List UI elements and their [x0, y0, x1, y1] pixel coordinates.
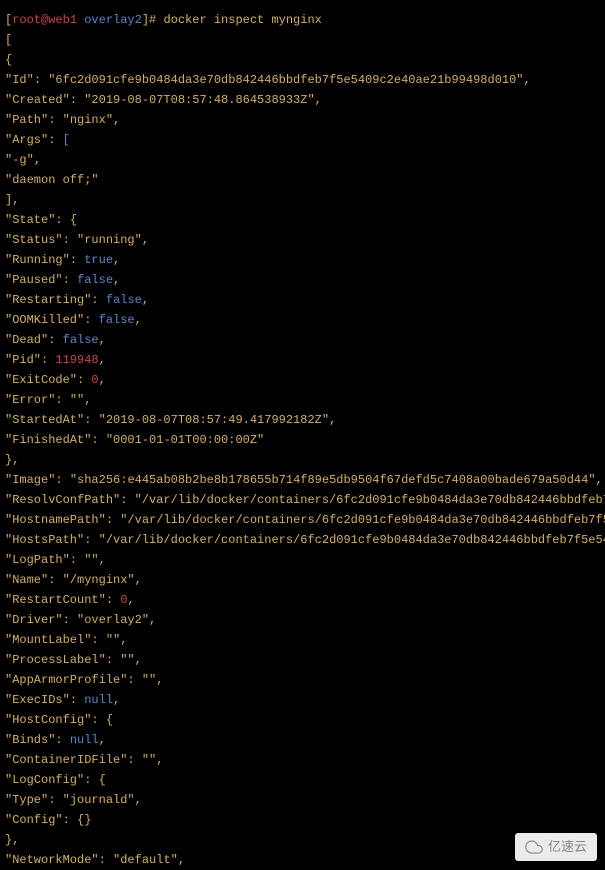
json-line: }, [5, 450, 600, 470]
json-line: "MountLabel": "", [5, 630, 600, 650]
json-line: "Error": "", [5, 390, 600, 410]
json-line: "Running": true, [5, 250, 600, 270]
json-line: "ResolvConfPath": "/var/lib/docker/conta… [5, 490, 600, 510]
json-line: "ExitCode": 0, [5, 370, 600, 390]
json-line: "Type": "journald", [5, 790, 600, 810]
json-line: "Config": {} [5, 810, 600, 830]
json-line: "Pid": 119948, [5, 350, 600, 370]
json-line: "HostsPath": "/var/lib/docker/containers… [5, 530, 600, 550]
json-line: "ExecIDs": null, [5, 690, 600, 710]
json-line: "LogConfig": { [5, 770, 600, 790]
json-line: "Restarting": false, [5, 290, 600, 310]
json-line: "Name": "/mynginx", [5, 570, 600, 590]
json-line: "HostConfig": { [5, 710, 600, 730]
json-line: "LogPath": "", [5, 550, 600, 570]
json-line: "Args": [ [5, 130, 600, 150]
json-line: { [5, 50, 600, 70]
json-line: "Dead": false, [5, 330, 600, 350]
cloud-icon [525, 838, 543, 856]
json-line: "RestartCount": 0, [5, 590, 600, 610]
json-line: "OOMKilled": false, [5, 310, 600, 330]
json-line: "Id": "6fc2d091cfe9b0484da3e70db842446bb… [5, 70, 600, 90]
watermark-text: 亿速云 [548, 837, 587, 857]
json-line: "Status": "running", [5, 230, 600, 250]
json-line: "Path": "nginx", [5, 110, 600, 130]
json-line: "Paused": false, [5, 270, 600, 290]
json-line: "StartedAt": "2019-08-07T08:57:49.417992… [5, 410, 600, 430]
prompt-user: root@web1 [12, 13, 77, 27]
json-line: "Created": "2019-08-07T08:57:48.86453893… [5, 90, 600, 110]
json-line: "ProcessLabel": "", [5, 650, 600, 670]
json-line: "HostnamePath": "/var/lib/docker/contain… [5, 510, 600, 530]
json-line: ], [5, 190, 600, 210]
json-line: "AppArmorProfile": "", [5, 670, 600, 690]
json-line: "daemon off;" [5, 170, 600, 190]
command: docker inspect mynginx [163, 13, 321, 27]
json-line: }, [5, 830, 600, 850]
json-line: "Driver": "overlay2", [5, 610, 600, 630]
json-line: "Image": "sha256:e445ab08b2be8b178655b71… [5, 470, 600, 490]
json-line: "FinishedAt": "0001-01-01T00:00:00Z" [5, 430, 600, 450]
json-line: [ [5, 30, 600, 50]
watermark: 亿速云 [515, 833, 597, 861]
json-line: "State": { [5, 210, 600, 230]
json-line: "-g", [5, 150, 600, 170]
prompt-line[interactable]: [root@web1 overlay2]# docker inspect myn… [5, 10, 600, 30]
json-line: "Binds": null, [5, 730, 600, 750]
json-line: "NetworkMode": "default", [5, 850, 600, 870]
json-line: "ContainerIDFile": "", [5, 750, 600, 770]
prompt-path: overlay2 [84, 13, 142, 27]
